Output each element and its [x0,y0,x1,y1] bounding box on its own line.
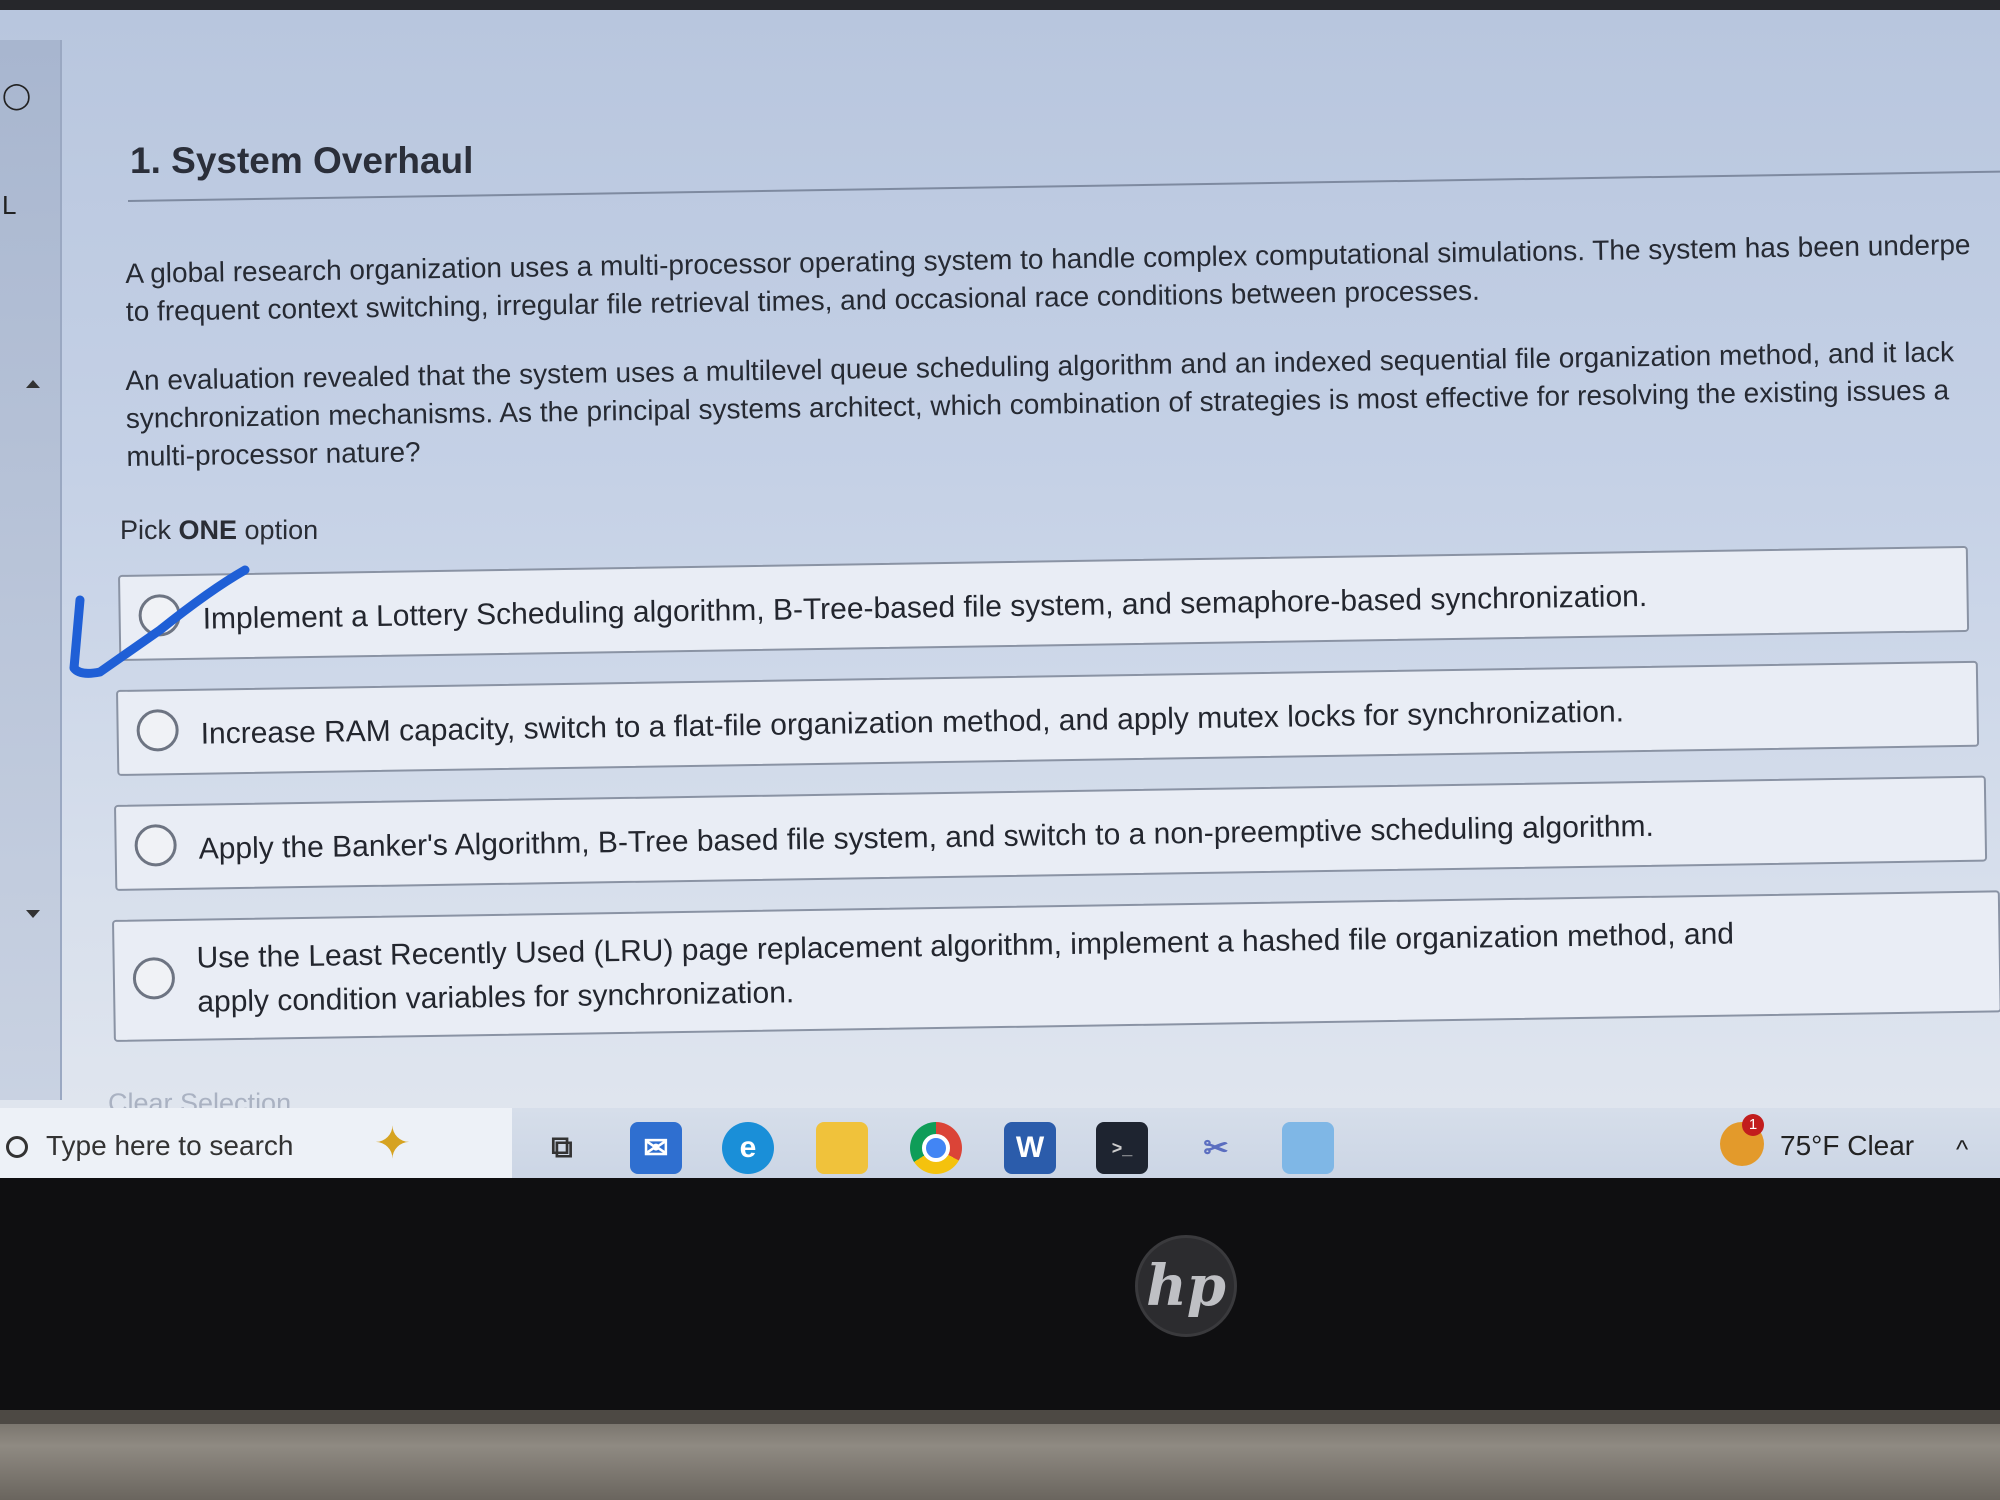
scroll-down-icon[interactable] [26,910,40,918]
sidebar-circle-icon[interactable]: ◯ [2,80,31,111]
radio-button[interactable] [134,824,177,867]
left-sidebar: ◯ L [0,40,62,1100]
handwritten-checkmark-icon [69,565,250,678]
option-2[interactable]: Increase RAM capacity, switch to a flat-… [116,660,1980,776]
scroll-up-icon[interactable] [26,380,40,388]
sidebar-marker: L [2,190,17,220]
laptop-hinge [0,1410,2000,1500]
weather-icon[interactable]: 1 [1720,1114,1764,1166]
terminal-icon[interactable]: >_ [1096,1122,1148,1174]
search-highlight-art-icon: ✦ [374,1119,411,1168]
option-label: Use the Least Recently Used (LRU) page r… [196,913,1735,1025]
file-explorer-icon[interactable] [816,1122,868,1174]
windows-taskbar: Type here to search ✦ ⧉ ✉ e W >_ ✂ 1 75°… [0,1108,2000,1178]
chrome-icon[interactable] [910,1122,962,1174]
notepad-icon[interactable] [1282,1122,1334,1174]
pick-instruction: Pick ONE option [120,515,318,546]
word-icon[interactable]: W [1004,1122,1056,1174]
option-label: Increase RAM capacity, switch to a flat-… [200,695,1625,751]
search-placeholder: Type here to search [46,1130,294,1161]
radio-button[interactable] [132,957,176,1000]
tray-expand-icon[interactable]: ^ [1956,1134,1968,1165]
screen: ◯ L 1. System Overhaul A global research… [0,10,2000,1178]
option-label: Apply the Banker's Algorithm, B-Tree bas… [198,809,1655,866]
weather-text[interactable]: 75°F Clear [1780,1130,1914,1162]
hinge-edge [0,1410,2000,1424]
laptop-lower-bezel [0,1178,2000,1410]
question-title: 1. System Overhaul [130,140,474,181]
question-paragraph-1: A global research organization uses a mu… [125,225,2000,331]
pick-bold: ONE [178,515,238,545]
option-label: Implement a Lottery Scheduling algorithm… [202,579,1648,636]
notification-badge: 1 [1742,1114,1764,1136]
pick-suffix: option [237,515,319,545]
taskbar-search-box[interactable]: Type here to search ✦ [0,1108,512,1178]
chrome-center [922,1134,950,1162]
search-icon [6,1136,28,1158]
radio-button[interactable] [136,709,179,752]
snipping-tool-icon[interactable]: ✂ [1190,1122,1242,1174]
edge-icon[interactable]: e [722,1122,774,1174]
question-paragraph-2: An evaluation revealed that the system u… [125,332,2000,476]
hp-logo: hp [1135,1235,1237,1337]
pick-prefix: Pick [120,515,179,545]
option-3[interactable]: Apply the Banker's Algorithm, B-Tree bas… [114,775,1988,891]
task-view-icon[interactable]: ⧉ [536,1122,588,1174]
option-1[interactable]: Implement a Lottery Scheduling algorithm… [118,545,1970,661]
mail-icon[interactable]: ✉ [630,1122,682,1174]
option-4[interactable]: Use the Least Recently Used (LRU) page r… [112,890,2000,1042]
